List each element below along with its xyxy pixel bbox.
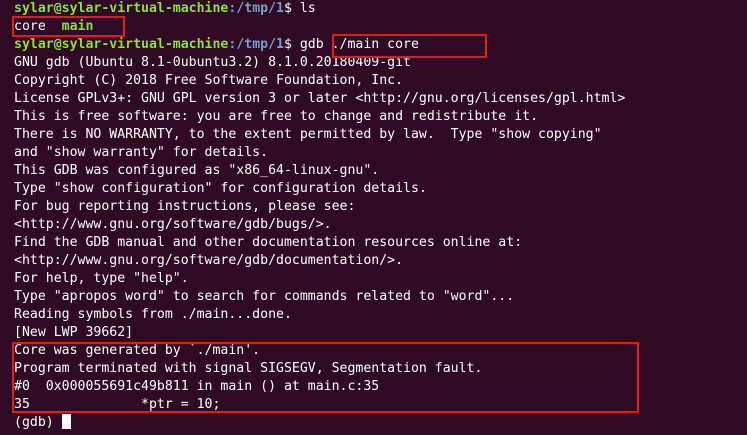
terminal-cursor[interactable] (61, 414, 71, 429)
output-text: and "show warranty" for details. (14, 145, 269, 160)
terminal-line: (gdb) (14, 414, 747, 432)
output-text: For bug reporting instructions, please s… (14, 199, 356, 214)
terminal-line: and "show warranty" for details. (14, 144, 747, 162)
terminal-line: Copyright (C) 2018 Free Software Foundat… (14, 72, 747, 90)
output-text: For help, type "help". (14, 271, 189, 286)
terminal-line: [New LWP 39662] (14, 324, 747, 342)
output-text: Copyright (C) 2018 Free Software Foundat… (14, 73, 404, 88)
output-text: This is free software: you are free to c… (14, 109, 539, 124)
output-text: Reading symbols from ./main...done. (14, 307, 292, 322)
terminal-line: This GDB was configured as "x86_64-linux… (14, 162, 747, 180)
terminal-line: There is NO WARRANTY, to the extent perm… (14, 126, 747, 144)
terminal-line: Type "show configuration" for configurat… (14, 180, 747, 198)
output-text: This GDB was configured as "x86_64-linux… (14, 163, 380, 178)
prompt-symbol: $ (283, 1, 300, 16)
prompt-user: sylar@sylar-virtual-machine (14, 37, 229, 52)
output-text: Find the GDB manual and other documentat… (14, 235, 523, 250)
prompt-symbol: $ (283, 37, 300, 52)
highlight-gdb-command (332, 34, 487, 58)
gdb-prompt: (gdb) (14, 415, 62, 430)
output-text: Type "show configuration" for configurat… (14, 181, 427, 196)
highlight-crash-info (12, 342, 639, 413)
terminal-line: Find the GDB manual and other documentat… (14, 234, 747, 252)
output-text: There is NO WARRANTY, to the extent perm… (14, 127, 602, 142)
terminal-line: For bug reporting instructions, please s… (14, 198, 747, 216)
terminal-line: <http://www.gnu.org/software/gdb/bugs/>. (14, 216, 747, 234)
terminal-line: Type "apropos word" to search for comman… (14, 288, 747, 306)
output-text: [New LWP 39662] (14, 325, 134, 340)
prompt-user: sylar@sylar-virtual-machine (14, 1, 229, 16)
highlight-ls-output (12, 16, 125, 37)
prompt-path: :/tmp/1 (228, 1, 284, 16)
prompt-path: :/tmp/1 (228, 37, 284, 52)
output-text: Type "apropos word" to search for comman… (14, 289, 515, 304)
output-text: License GPLv3+: GNU GPL version 3 or lat… (14, 91, 626, 106)
command-text: ls (299, 1, 316, 16)
terminal-line: License GPLv3+: GNU GPL version 3 or lat… (14, 90, 747, 108)
terminal-line: This is free software: you are free to c… (14, 108, 747, 126)
terminal-line: <http://www.gnu.org/software/gdb/documen… (14, 252, 747, 270)
output-text: <http://www.gnu.org/software/gdb/bugs/>. (14, 217, 332, 232)
output-text: <http://www.gnu.org/software/gdb/documen… (14, 253, 404, 268)
terminal-line: For help, type "help". (14, 270, 747, 288)
terminal-line: Reading symbols from ./main...done. (14, 306, 747, 324)
